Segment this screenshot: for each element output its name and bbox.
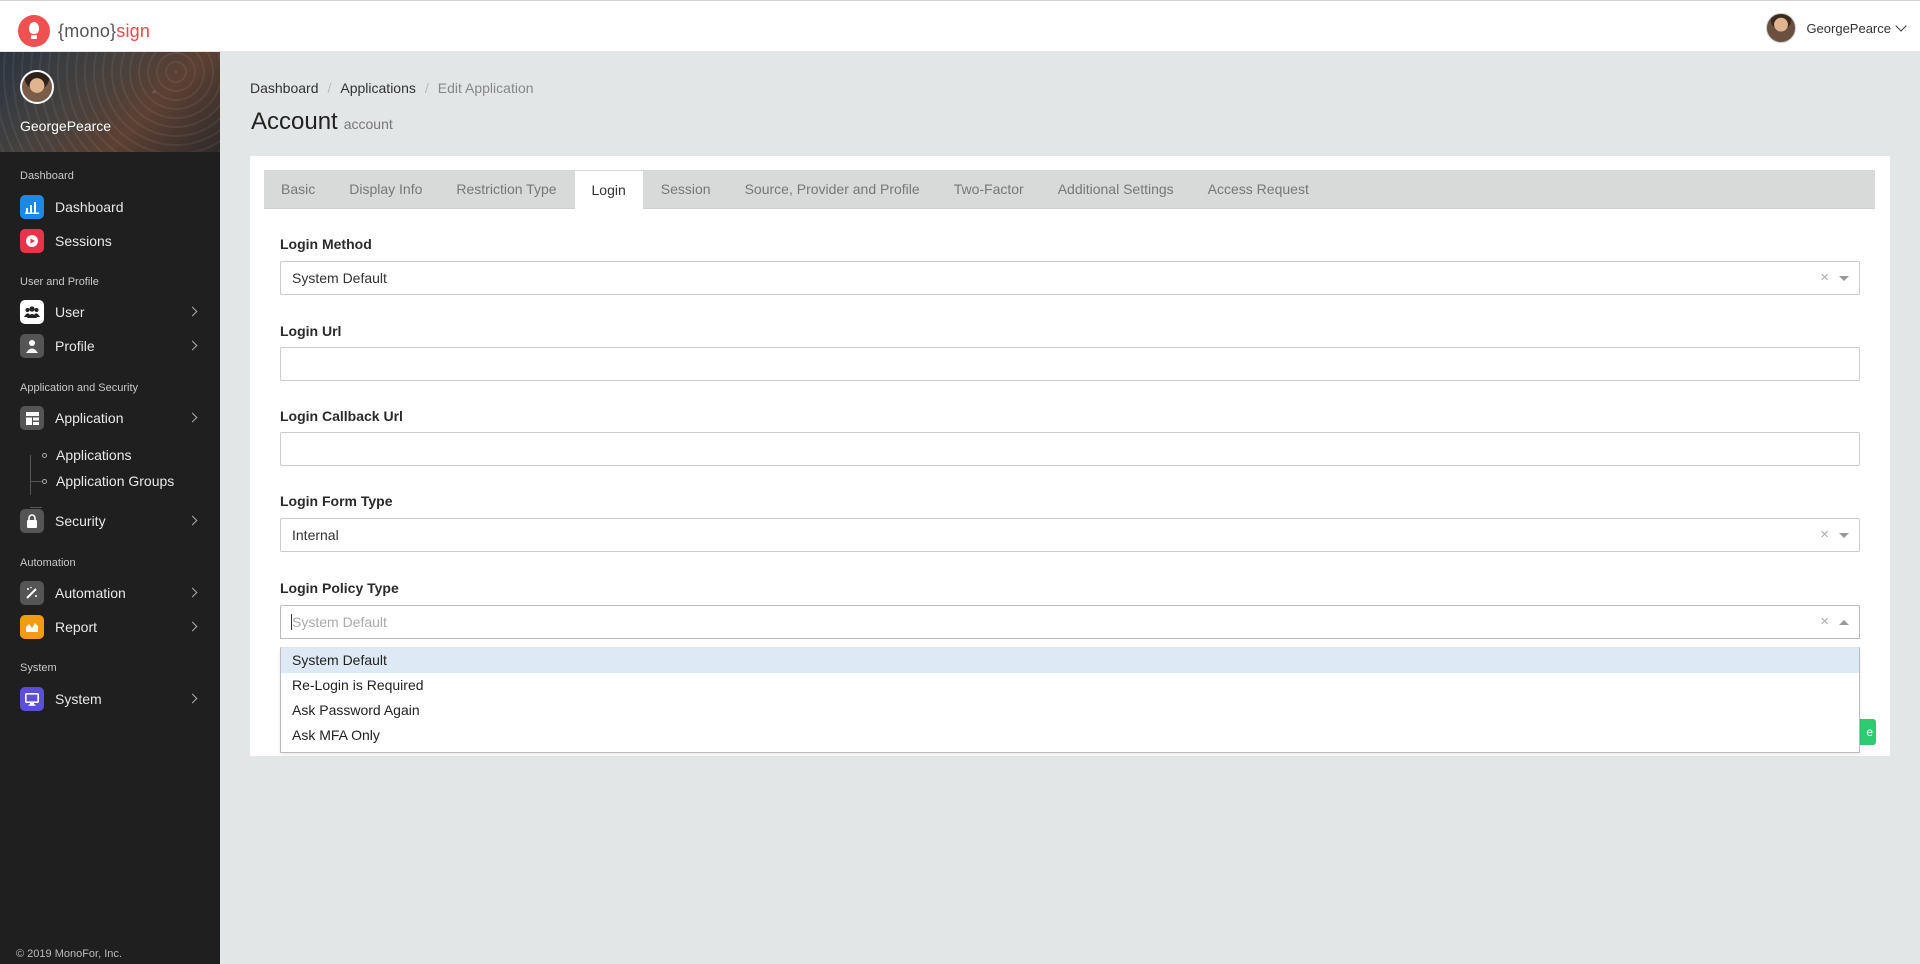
dropdown-option[interactable]: System Default bbox=[281, 648, 1859, 673]
sidebar-subitem-applications[interactable]: Applications bbox=[42, 447, 132, 463]
sidebar-subitem-application-groups[interactable]: Application Groups bbox=[42, 473, 174, 489]
sidebar: GeorgePearce Dashboard Dashboard Session… bbox=[0, 52, 220, 964]
sidebar-item-label: Security bbox=[55, 513, 106, 529]
top-bar: {mono}sign GeorgePearce bbox=[0, 0, 1920, 52]
sidebar-item-sessions[interactable]: Sessions bbox=[20, 229, 200, 253]
breadcrumb-applications[interactable]: Applications bbox=[340, 80, 416, 96]
sidebar-section-system: System bbox=[20, 662, 57, 674]
edit-application-card: Basic Display Info Restriction Type Logi… bbox=[250, 156, 1890, 756]
sidebar-item-label: User bbox=[55, 304, 85, 320]
chart-icon bbox=[20, 195, 44, 219]
chevron-right-icon bbox=[187, 693, 198, 704]
user-menu-name: GeorgePearce bbox=[1806, 20, 1891, 36]
login-form-type-select[interactable]: Internal × bbox=[280, 518, 1860, 552]
sidebar-item-label: Sessions bbox=[55, 233, 112, 249]
login-callback-url-input[interactable] bbox=[280, 432, 1860, 466]
tab-display-info[interactable]: Display Info bbox=[332, 170, 439, 209]
sidebar-item-label: Dashboard bbox=[55, 199, 124, 215]
chevron-right-icon bbox=[187, 515, 198, 526]
tab-basic[interactable]: Basic bbox=[264, 170, 332, 209]
sidebar-item-report[interactable]: Report bbox=[20, 615, 200, 639]
logo-text-prefix: {mono} bbox=[58, 20, 117, 41]
dropdown-option[interactable]: Ask Password Again bbox=[281, 698, 1859, 723]
person-icon bbox=[20, 334, 44, 358]
chevron-right-icon bbox=[187, 587, 198, 598]
clear-icon[interactable]: × bbox=[1820, 269, 1829, 286]
login-policy-type-placeholder: System Default bbox=[292, 614, 387, 630]
monosign-logo-icon bbox=[18, 15, 50, 47]
login-method-select[interactable]: System Default × bbox=[280, 261, 1860, 295]
login-policy-type-label: Login Policy Type bbox=[280, 580, 399, 596]
tab-source-provider-profile[interactable]: Source, Provider and Profile bbox=[728, 170, 937, 209]
page-subtitle: account bbox=[343, 116, 393, 132]
chevron-right-icon bbox=[187, 306, 198, 317]
bullet-icon bbox=[42, 453, 47, 458]
chevron-right-icon bbox=[187, 412, 198, 423]
sidebar-section-app-security: Application and Security bbox=[20, 382, 139, 394]
tab-login[interactable]: Login bbox=[573, 170, 644, 209]
sidebar-item-label: Report bbox=[55, 619, 98, 635]
sidebar-item-automation[interactable]: Automation bbox=[20, 581, 200, 605]
tab-session[interactable]: Session bbox=[644, 170, 728, 209]
login-form-type-label: Login Form Type bbox=[280, 493, 393, 509]
sidebar-item-label: System bbox=[55, 691, 102, 707]
login-policy-type-dropdown: System Default Re-Login is Required Ask … bbox=[280, 647, 1860, 753]
avatar bbox=[1766, 13, 1797, 43]
login-url-input[interactable] bbox=[280, 347, 1860, 381]
sidebar-item-label: Automation bbox=[55, 585, 126, 601]
sidebar-item-system[interactable]: System bbox=[20, 687, 200, 711]
magic-wand-icon bbox=[20, 581, 44, 605]
sidebar-username: GeorgePearce bbox=[20, 118, 112, 134]
chevron-down-icon bbox=[1895, 20, 1907, 32]
login-method-label: Login Method bbox=[280, 236, 372, 252]
tab-access-request[interactable]: Access Request bbox=[1191, 170, 1326, 209]
clear-icon[interactable]: × bbox=[1820, 526, 1829, 543]
clear-icon[interactable]: × bbox=[1820, 613, 1829, 630]
sidebar-section-dashboard: Dashboard bbox=[20, 170, 74, 182]
page-title-text: Account bbox=[251, 108, 338, 135]
area-chart-icon bbox=[20, 615, 44, 639]
sidebar-item-profile[interactable]: Profile bbox=[20, 334, 200, 358]
users-icon bbox=[20, 300, 44, 324]
copyright: © 2019 MonoFor, Inc. bbox=[16, 948, 122, 960]
tab-two-factor[interactable]: Two-Factor bbox=[937, 170, 1041, 209]
logo[interactable]: {mono}sign bbox=[18, 15, 150, 47]
sidebar-section-user-profile: User and Profile bbox=[20, 276, 99, 288]
sidebar-section-automation: Automation bbox=[20, 557, 76, 569]
breadcrumb-current: Edit Application bbox=[437, 80, 534, 96]
login-form-type-value: Internal bbox=[292, 527, 339, 543]
tab-restriction-type[interactable]: Restriction Type bbox=[439, 170, 573, 209]
logo-text-suffix: sign bbox=[116, 20, 151, 41]
sidebar-profile-header: GeorgePearce bbox=[0, 52, 220, 152]
sidebar-item-security[interactable]: Security bbox=[20, 509, 200, 533]
tab-bar: Basic Display Info Restriction Type Logi… bbox=[264, 170, 1875, 209]
login-callback-url-label: Login Callback Url bbox=[280, 408, 403, 424]
avatar[interactable] bbox=[20, 70, 54, 104]
user-menu[interactable]: GeorgePearce bbox=[1766, 13, 1907, 43]
dropdown-option[interactable]: Ask MFA Only bbox=[281, 723, 1859, 748]
caret-down-icon bbox=[1839, 533, 1849, 538]
dropdown-option[interactable]: Re-Login is Required bbox=[281, 673, 1859, 698]
sidebar-item-label: Application bbox=[55, 410, 124, 426]
caret-up-icon bbox=[1839, 620, 1849, 625]
play-icon bbox=[20, 229, 44, 253]
page-title: Account account bbox=[251, 108, 393, 136]
sidebar-item-application[interactable]: Application bbox=[20, 406, 200, 430]
monitor-icon bbox=[20, 687, 44, 711]
chevron-right-icon bbox=[187, 340, 198, 351]
login-policy-type-select[interactable]: System Default × bbox=[280, 605, 1860, 639]
sidebar-item-user[interactable]: User bbox=[20, 300, 200, 324]
breadcrumb-dashboard[interactable]: Dashboard bbox=[250, 80, 319, 96]
login-method-value: System Default bbox=[292, 270, 387, 286]
caret-down-icon bbox=[1839, 276, 1849, 281]
breadcrumb: Dashboard / Applications / Edit Applicat… bbox=[250, 80, 534, 96]
login-url-label: Login Url bbox=[280, 323, 342, 339]
sidebar-item-label: Profile bbox=[55, 338, 95, 354]
sidebar-item-dashboard[interactable]: Dashboard bbox=[20, 195, 200, 219]
bullet-icon bbox=[42, 479, 47, 484]
tab-additional-settings[interactable]: Additional Settings bbox=[1041, 170, 1191, 209]
chevron-right-icon bbox=[187, 621, 198, 632]
lock-icon bbox=[20, 509, 44, 533]
application-icon bbox=[20, 406, 44, 430]
